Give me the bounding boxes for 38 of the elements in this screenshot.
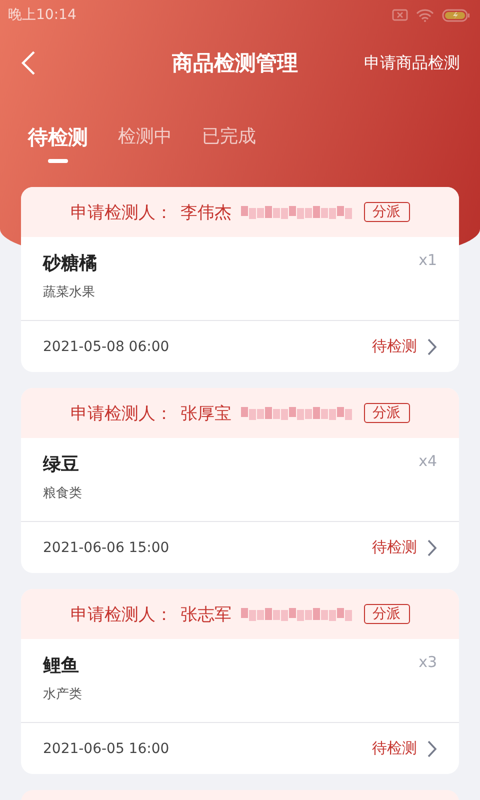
applicant-label: 申请检测人： — [70, 604, 172, 626]
apply-inspection-button[interactable]: 申请商品检测 — [364, 52, 460, 74]
product-name: 绿豆 — [43, 453, 80, 476]
status-link[interactable]: 待检测 — [372, 739, 437, 758]
chevron-right-icon — [427, 740, 437, 758]
assign-button[interactable]: 分派 — [364, 604, 410, 624]
back-button[interactable] — [20, 50, 36, 76]
page-title: 商品检测管理 — [171, 50, 299, 77]
applicant-label: 申请检测人： — [70, 402, 172, 424]
status-link[interactable]: 待检测 — [372, 538, 437, 557]
status-link[interactable]: 待检测 — [372, 337, 437, 356]
no-sim-icon — [392, 9, 408, 21]
chevron-right-icon — [427, 338, 437, 356]
wifi-icon — [416, 8, 434, 22]
quantity: x3 — [418, 653, 437, 673]
order-time: 2021-05-08 06:00 — [43, 338, 170, 354]
order-time: 2021-06-05 16:00 — [43, 740, 170, 756]
order-time: 2021-06-06 15:00 — [43, 540, 170, 556]
quantity: x1 — [418, 251, 437, 271]
assign-button[interactable]: 分派 — [364, 403, 410, 423]
product-name: 砂糖橘 — [43, 252, 97, 275]
product-category: 蔬菜水果 — [43, 284, 96, 301]
chevron-right-icon — [427, 538, 437, 556]
quantity: x4 — [418, 452, 437, 472]
tab[interactable]: 待检测 — [28, 124, 88, 173]
product-name: 鲤鱼 — [43, 654, 80, 677]
back-icon — [20, 50, 36, 76]
status-time: 晚上10:14 — [8, 6, 76, 24]
product-category: 粮食类 — [43, 485, 82, 502]
battery-charging-icon — [442, 8, 470, 22]
applicant-name: 张志军 — [180, 604, 232, 626]
tab[interactable]: 已完成 — [202, 124, 256, 173]
product-category: 水产类 — [43, 686, 82, 703]
assign-button[interactable]: 分派 — [364, 202, 410, 222]
applicant-label: 申请检测人： — [70, 202, 172, 224]
tab[interactable]: 检测中 — [118, 124, 172, 173]
applicant-name: 张厚宝 — [180, 402, 232, 424]
applicant-name: 李伟杰 — [180, 202, 232, 224]
